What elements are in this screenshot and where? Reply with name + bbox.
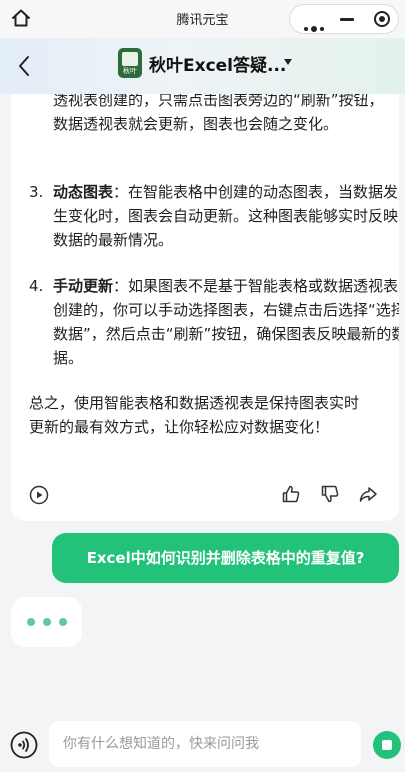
share-icon[interactable] <box>358 484 378 504</box>
play-icon[interactable] <box>29 485 49 505</box>
more-dots-icon[interactable] <box>304 18 327 37</box>
answer-card: 透视表创建的，只需点击图表旁边的“刷新”按钮，数据透视表就会更新，图表也会随之变… <box>11 94 399 521</box>
answer-item-2-continued: 透视表创建的，只需点击图表旁边的“刷新”按钮，数据透视表就会更新，图表也会随之变… <box>53 94 384 133</box>
typing-indicator <box>11 597 82 647</box>
typing-dot <box>27 618 35 626</box>
mini-program-bar: 腾讯元宝 <box>0 0 405 38</box>
answer-list-item: 3. 动态图表：在智能表格中创建的动态图表，当数据发生变化时，图表会自动更新。这… <box>29 183 399 249</box>
answer-summary: 总之，使用智能表格和数据透视表是保持图表实时更新的最有效方式，让你轻松应对数据变… <box>29 394 360 436</box>
chevron-left-icon[interactable] <box>12 50 36 82</box>
chat-header: 秋叶 秋叶Excel答疑... <box>0 38 405 94</box>
input-bar <box>0 712 405 772</box>
answer-list-item: 4. 手动更新：如果图表不是基于智能表格或数据透视表创建的，你可以手动选择图表，… <box>29 277 399 367</box>
message-input[interactable] <box>49 721 361 767</box>
minimize-icon[interactable] <box>340 18 354 21</box>
capsule-menu <box>289 4 399 34</box>
thumbs-down-icon[interactable] <box>320 484 340 504</box>
thumbs-up-icon[interactable] <box>281 484 301 504</box>
answer-actions <box>11 475 399 521</box>
user-message-bubble[interactable]: Excel中如何识别并删除表格中的重复值? <box>52 533 399 583</box>
typing-dot <box>43 618 51 626</box>
voice-icon[interactable] <box>10 731 38 759</box>
typing-dot <box>59 618 67 626</box>
record-close-icon[interactable] <box>374 11 390 27</box>
assistant-avatar: 秋叶 <box>118 48 142 78</box>
chat-title[interactable]: 秋叶Excel答疑... <box>149 51 286 76</box>
stop-icon[interactable] <box>373 731 401 759</box>
caret-down-icon[interactable] <box>284 59 292 65</box>
